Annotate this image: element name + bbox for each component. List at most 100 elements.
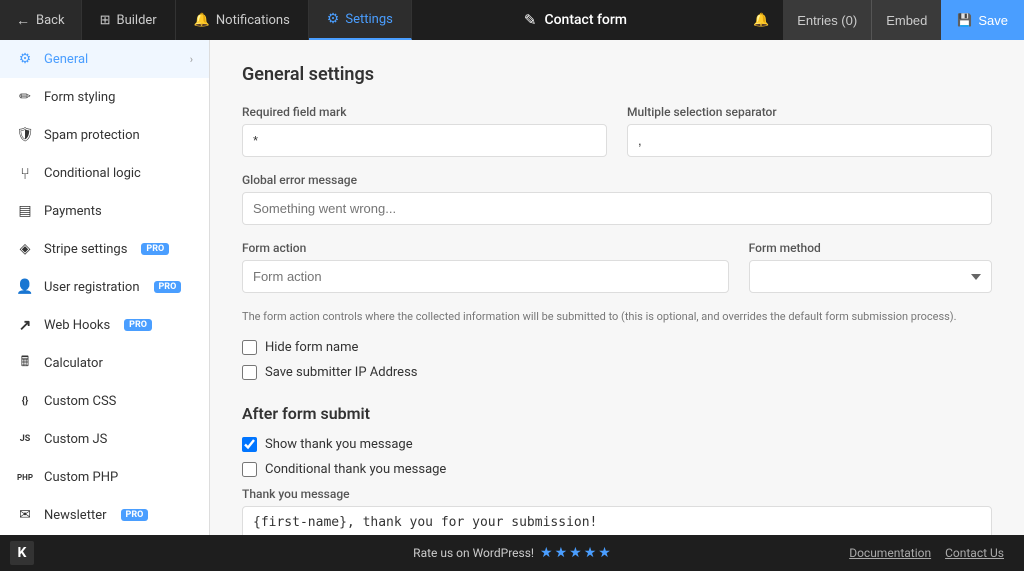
hide-form-name-checkbox[interactable] [242, 340, 257, 355]
sidebar-item-newsletter[interactable]: ✉ Newsletter PRO [0, 496, 209, 534]
bell-icon: 🔔 [194, 13, 210, 28]
sidebar-item-label: Payments [44, 204, 102, 219]
sidebar-item-label: General [44, 52, 88, 67]
notifications-tab[interactable]: 🔔 Notifications [176, 0, 309, 40]
pro-badge-stripe: PRO [141, 243, 169, 255]
sidebar-item-user-registration[interactable]: 👤 User registration PRO [0, 268, 209, 306]
bell-button[interactable]: 🔔 [739, 0, 783, 40]
after-form-submit-title: After form submit [242, 404, 992, 423]
settings-icon: ⚙ [327, 11, 340, 27]
form-title-text: Contact form [544, 12, 627, 28]
settings-tab[interactable]: ⚙ Settings [309, 0, 412, 40]
card-icon: ▤ [16, 202, 34, 220]
form-title-area: ✎ Contact form [412, 0, 739, 40]
sidebar-item-label: Newsletter [44, 508, 107, 523]
star-rating[interactable]: ★ ★ ★ ★ ★ [540, 545, 611, 561]
sidebar-item-spam-protection[interactable]: 🛡 Spam protection [0, 116, 209, 154]
global-error-message-label: Global error message [242, 173, 992, 187]
multiple-selection-separator-input[interactable] [627, 124, 992, 157]
webhook-icon: ↗ [16, 316, 34, 334]
builder-label: Builder [116, 13, 156, 28]
nav-right-area: 🔔 Entries (0) Embed 💾 Save [739, 0, 1024, 40]
sidebar-item-web-hooks[interactable]: ↗ Web Hooks PRO [0, 306, 209, 344]
php-icon: PHP [16, 468, 34, 486]
sidebar-item-payments[interactable]: ▤ Payments [0, 192, 209, 230]
multiple-selection-separator-label: Multiple selection separator [627, 105, 992, 119]
footer: K Rate us on WordPress! ★ ★ ★ ★ ★ Docume… [0, 535, 1024, 571]
sidebar-item-label: Web Hooks [44, 318, 110, 333]
pro-badge-webhooks: PRO [124, 319, 152, 331]
brush-icon: ✏ [16, 88, 34, 106]
edit-icon: ✎ [524, 11, 537, 29]
back-button[interactable]: ← Back [0, 0, 82, 40]
sidebar-item-general[interactable]: ⚙ General › [0, 40, 209, 78]
footer-links: Documentation Contact Us [849, 546, 1004, 560]
content-area: General settings Required field mark Mul… [210, 40, 1024, 535]
chevron-right-icon: › [190, 53, 193, 66]
sidebar-item-label: Conditional logic [44, 166, 141, 181]
stripe-icon: ◈ [16, 240, 34, 258]
save-submitter-ip-label[interactable]: Save submitter IP Address [265, 365, 418, 380]
sidebar-item-stripe-settings[interactable]: ◈ Stripe settings PRO [0, 230, 209, 268]
show-thank-you-label[interactable]: Show thank you message [265, 437, 413, 452]
sidebar-item-custom-js[interactable]: JS Custom JS [0, 420, 209, 458]
sidebar-item-custom-css[interactable]: {} Custom CSS [0, 382, 209, 420]
star-1[interactable]: ★ [540, 545, 553, 561]
embed-button[interactable]: Embed [871, 0, 941, 40]
conditional-thank-you-label[interactable]: Conditional thank you message [265, 462, 446, 477]
save-submitter-ip-checkbox[interactable] [242, 365, 257, 380]
star-5[interactable]: ★ [598, 545, 611, 561]
global-error-message-input[interactable] [242, 192, 992, 225]
sidebar: ⚙ General › ✏ Form styling 🛡 Spam protec… [0, 40, 210, 535]
save-button[interactable]: 💾 Save [941, 0, 1024, 40]
rate-text: Rate us on WordPress! [413, 546, 534, 560]
sidebar-item-label: Custom JS [44, 432, 107, 447]
footer-center: Rate us on WordPress! ★ ★ ★ ★ ★ [413, 545, 611, 561]
alert-bell-icon: 🔔 [753, 13, 769, 28]
pro-badge-user: PRO [154, 281, 182, 293]
gear-icon: ⚙ [16, 50, 34, 68]
shield-icon: 🛡 [16, 126, 34, 144]
form-action-input[interactable] [242, 260, 729, 293]
embed-label: Embed [886, 13, 927, 28]
conditional-thank-you-checkbox[interactable] [242, 462, 257, 477]
back-label: Back [36, 13, 65, 28]
k-logo: K [10, 541, 34, 565]
sidebar-item-label: Calculator [44, 356, 103, 371]
sidebar-item-label: User registration [44, 280, 140, 295]
documentation-link[interactable]: Documentation [849, 546, 931, 560]
form-method-select[interactable]: GET POST [749, 260, 992, 293]
sidebar-item-form-styling[interactable]: ✏ Form styling [0, 78, 209, 116]
form-method-label: Form method [749, 241, 992, 255]
sidebar-item-label: Spam protection [44, 128, 140, 143]
form-action-helper-text: The form action controls where the colle… [242, 309, 992, 326]
branch-icon: ⑂ [16, 164, 34, 182]
star-4[interactable]: ★ [584, 545, 597, 561]
star-3[interactable]: ★ [569, 545, 582, 561]
sidebar-item-label: Stripe settings [44, 242, 127, 257]
css-icon: {} [16, 392, 34, 410]
back-icon: ← [16, 12, 30, 29]
notifications-label: Notifications [216, 13, 290, 28]
entries-button[interactable]: Entries (0) [783, 0, 871, 40]
hide-form-name-label[interactable]: Hide form name [265, 340, 358, 355]
builder-tab[interactable]: ⊞ Builder [82, 0, 176, 40]
star-2[interactable]: ★ [555, 545, 568, 561]
contact-us-link[interactable]: Contact Us [945, 546, 1004, 560]
form-action-label: Form action [242, 241, 729, 255]
required-field-mark-input[interactable] [242, 124, 607, 157]
mail-icon: ✉ [16, 506, 34, 524]
page-title: General settings [242, 64, 992, 85]
sidebar-item-conditional-logic[interactable]: ⑂ Conditional logic [0, 154, 209, 192]
calc-icon: 🖩 [16, 354, 34, 372]
sidebar-item-custom-php[interactable]: PHP Custom PHP [0, 458, 209, 496]
sidebar-item-label: Form styling [44, 90, 115, 105]
sidebar-item-label: Custom CSS [44, 394, 116, 409]
thank-you-message-input[interactable]: {first-name}, thank you for your submiss… [242, 506, 992, 536]
sidebar-item-calculator[interactable]: 🖩 Calculator [0, 344, 209, 382]
top-nav: ← Back ⊞ Builder 🔔 Notifications ⚙ Setti… [0, 0, 1024, 40]
builder-icon: ⊞ [100, 13, 111, 28]
thank-you-message-label: Thank you message [242, 487, 992, 501]
show-thank-you-checkbox[interactable] [242, 437, 257, 452]
entries-label: Entries (0) [797, 13, 857, 28]
